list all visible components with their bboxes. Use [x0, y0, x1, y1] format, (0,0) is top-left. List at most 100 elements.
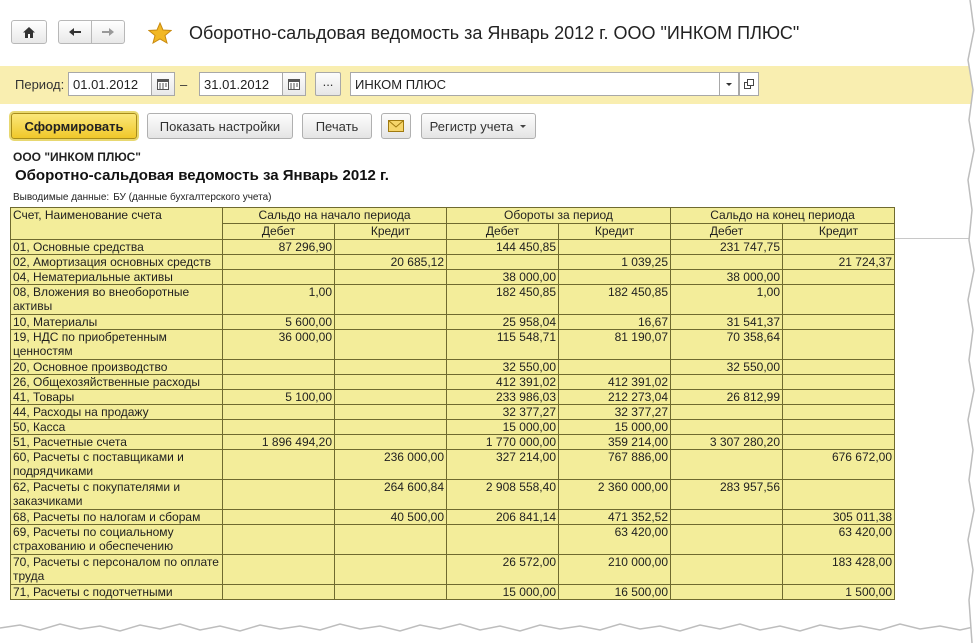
table-row[interactable]: 04, Нематериальные активы 38 000,00 38 000…: [10, 269, 895, 285]
table-row[interactable]: 50, Касса 15 000,00 15 000,00: [10, 419, 895, 435]
back-button[interactable]: [58, 20, 92, 44]
accounting-register-button[interactable]: Регистр учета: [421, 113, 536, 139]
organization-field[interactable]: ИНКОМ ПЛЮС: [350, 72, 720, 96]
organization-dropdown-button[interactable]: [719, 72, 739, 96]
closing-credit-cell: [782, 284, 895, 315]
envelope-icon: [388, 120, 404, 132]
home-button[interactable]: [11, 20, 47, 44]
opening-debit-cell: [222, 449, 335, 480]
period-dash: –: [180, 77, 188, 92]
turnover-debit-cell: 115 548,71: [446, 329, 559, 360]
opening-debit-cell: [222, 554, 335, 585]
period-from-calendar-button[interactable]: [151, 72, 175, 96]
closing-credit-cell: 305 011,38: [782, 509, 895, 525]
header-turnover-debit: Дебет: [446, 223, 559, 240]
period-to-calendar-button[interactable]: [282, 72, 306, 96]
table-row[interactable]: 26, Общехозяйственные расходы 412 391,02 4…: [10, 374, 895, 390]
turnover-credit-cell: 210 000,00: [558, 554, 671, 585]
closing-debit-cell: [670, 584, 783, 600]
turnover-credit-cell: 212 273,04: [558, 389, 671, 405]
turnover-debit-cell: 1 770 000,00: [446, 434, 559, 450]
turnover-debit-cell: 327 214,00: [446, 449, 559, 480]
turnover-credit-cell: [558, 359, 671, 375]
home-icon: [23, 26, 35, 38]
opening-credit-cell: [334, 419, 447, 435]
closing-debit-cell: [670, 554, 783, 585]
table-row[interactable]: 02, Амортизация основных средств 20 685,1…: [10, 254, 895, 270]
turnover-debit-cell: 182 450,85: [446, 284, 559, 315]
turnover-credit-cell: 81 190,07: [558, 329, 671, 360]
turnover-credit-cell: 182 450,85: [558, 284, 671, 315]
closing-credit-cell: 1 500,00: [782, 584, 895, 600]
table-row[interactable]: 60, Расчеты с поставщиками и подрядчикам…: [10, 449, 895, 480]
table-row[interactable]: 70, Расчеты с персоналом по оплате труда…: [10, 554, 895, 585]
closing-debit-cell: [670, 509, 783, 525]
closing-debit-cell: 3 307 280,20: [670, 434, 783, 450]
opening-debit-cell: 87 296,90: [222, 239, 335, 255]
print-button[interactable]: Печать: [302, 113, 372, 139]
table-row[interactable]: 41, Товары 5 100,00 233 986,03 212 273,04 26…: [10, 389, 895, 405]
account-cell: 01, Основные средства: [10, 239, 223, 255]
turnover-credit-cell: 767 886,00: [558, 449, 671, 480]
turnover-credit-cell: [558, 239, 671, 255]
table-row[interactable]: 51, Расчетные счета 1 896 494,20 1 770 000…: [10, 434, 895, 450]
opening-debit-cell: 36 000,00: [222, 329, 335, 360]
table-row[interactable]: 08, Вложения во внеоборотные активы 1,00 1…: [10, 284, 895, 315]
turnover-debit-cell: 25 958,04: [446, 314, 559, 330]
opening-debit-cell: 5 600,00: [222, 314, 335, 330]
turnover-credit-cell: 1 039,25: [558, 254, 671, 270]
turnover-credit-cell: 359 214,00: [558, 434, 671, 450]
closing-credit-cell: [782, 479, 895, 510]
forward-button[interactable]: [91, 20, 125, 44]
period-to-field[interactable]: 31.01.2012: [199, 72, 283, 96]
generate-button[interactable]: Сформировать: [11, 113, 137, 139]
accounting-register-label: Регистр учета: [429, 118, 514, 134]
header-opening-credit: Кредит: [334, 223, 447, 240]
table-row[interactable]: 19, НДС по приобретенным ценностям 36 000…: [10, 329, 895, 360]
table-row[interactable]: 44, Расходы на продажу 32 377,27 32 377,27: [10, 404, 895, 420]
table-row[interactable]: 62, Расчеты с покупателями и заказчиками…: [10, 479, 895, 510]
send-mail-button[interactable]: [381, 113, 411, 139]
table-row[interactable]: 20, Основное производство 32 550,00 32 550…: [10, 359, 895, 375]
opening-debit-cell: [222, 254, 335, 270]
account-cell: 70, Расчеты с персоналом по оплате труда: [10, 554, 223, 585]
header-closing-credit: Кредит: [782, 223, 895, 240]
account-cell: 08, Вложения во внеоборотные активы: [10, 284, 223, 315]
turnover-debit-cell: 32 377,27: [446, 404, 559, 420]
report-data-value: БУ (данные бухгалтерского учета): [113, 192, 272, 203]
account-cell: 20, Основное производство: [10, 359, 223, 375]
arrow-right-icon: [102, 28, 114, 36]
organization-open-button[interactable]: [739, 72, 759, 96]
show-settings-button[interactable]: Показать настройки: [147, 113, 293, 139]
period-select-button[interactable]: ...: [315, 72, 341, 96]
closing-credit-cell: [782, 359, 895, 375]
opening-credit-cell: [334, 359, 447, 375]
account-cell: 02, Амортизация основных средств: [10, 254, 223, 270]
header-opening-balance: Сальдо на начало периода: [222, 207, 447, 224]
table-row[interactable]: 68, Расчеты по налогам и сборам 40 500,00…: [10, 509, 895, 525]
favorite-button[interactable]: [147, 21, 173, 49]
table-row[interactable]: 69, Расчеты по социальному страхованию и…: [10, 524, 895, 555]
turnover-debit-cell: 412 391,02: [446, 374, 559, 390]
table-row[interactable]: 71, Расчеты с подотчетными 15 000,00 16 50…: [10, 584, 895, 600]
opening-debit-cell: [222, 584, 335, 600]
opening-debit-cell: 1 896 494,20: [222, 434, 335, 450]
header-closing-balance: Сальдо на конец периода: [670, 207, 895, 224]
closing-credit-cell: [782, 419, 895, 435]
turnover-credit-cell: 63 420,00: [558, 524, 671, 555]
header-turnover-credit: Кредит: [558, 223, 671, 240]
header-opening-debit: Дебет: [222, 223, 335, 240]
period-from-field[interactable]: 01.01.2012: [68, 72, 152, 96]
closing-debit-cell: 32 550,00: [670, 359, 783, 375]
turnover-credit-cell: 16,67: [558, 314, 671, 330]
account-cell: 41, Товары: [10, 389, 223, 405]
turnover-debit-cell: [446, 524, 559, 555]
closing-debit-cell: 231 747,75: [670, 239, 783, 255]
turnover-credit-cell: 32 377,27: [558, 404, 671, 420]
report-organization: ООО "ИНКОМ ПЛЮС": [13, 150, 141, 164]
opening-credit-cell: [334, 434, 447, 450]
table-row[interactable]: 10, Материалы 5 600,00 25 958,04 16,67 31 54…: [10, 314, 895, 330]
table-row[interactable]: 01, Основные средства 87 296,90 144 450,85…: [10, 239, 895, 255]
opening-debit-cell: 1,00: [222, 284, 335, 315]
opening-debit-cell: [222, 404, 335, 420]
